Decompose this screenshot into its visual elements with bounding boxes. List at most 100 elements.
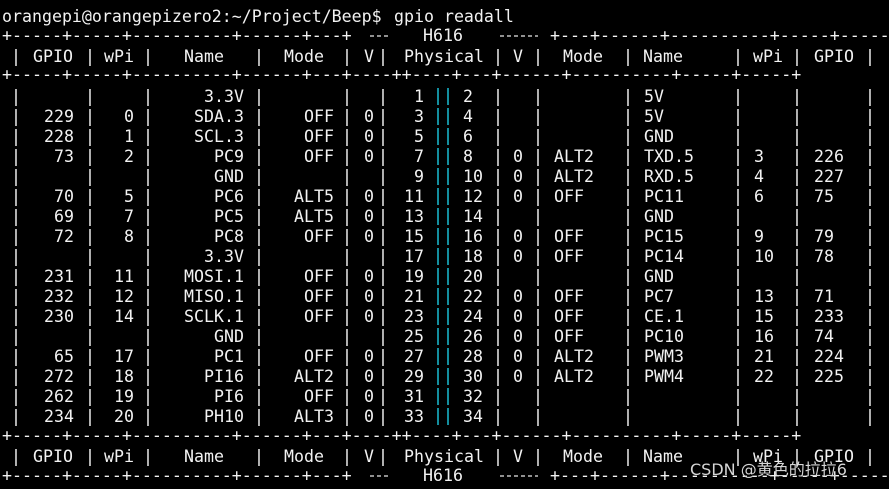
row-pipe: | [865,87,875,106]
header-top-pipe: | [85,47,95,66]
cell-9: RXD.5 [644,167,694,186]
cell-4: 0 [364,367,374,386]
cell-9: PWM4 [644,367,684,386]
cell-1: 17 [114,347,134,366]
row-pipe: | [623,407,633,426]
table-header-separator: +-----+-----+----------+------+---+----+… [2,65,801,84]
cell-10: 22 [754,367,774,386]
table-row: | | | | | | | | | | | | 72 8 PC8 OFF 0 15 16 0 OFF PC15 9 79 [11,227,875,246]
row-pipe: | [792,407,802,426]
cell-1: 1 [124,127,134,146]
cell-10: 10 [754,247,774,266]
row-pipe: | [733,327,743,346]
row-pipe: | [865,167,875,186]
header-top-col-5: Physical [404,47,484,66]
cell-2: SCLK.1 [184,307,244,326]
cell-9: 5V [644,87,664,106]
cell-6: 12 [463,187,483,206]
table-row: | | | | | | | | | | | | 231 11 MOSI.1 OFF 0 19 20 GND [11,267,875,286]
shell-prompt: orangepi@orangepizero2:~/Project/Beep$ [2,7,392,26]
row-pipe: | [865,307,875,326]
gpio-readall-output: orangepi@orangepizero2:~/Project/Beep$ g… [2,7,889,485]
cell-9: PC10 [644,327,684,346]
cell-5: 21 [404,287,424,306]
cell-5: 17 [404,247,424,266]
row-pipe: | [85,87,95,106]
header-top-col-2: Name [184,47,224,66]
header-bottom-pipe: | [143,447,153,466]
cell-10: 13 [754,287,774,306]
cell-6: 14 [463,207,483,226]
row-pipe: | [342,227,352,246]
board-name-top: H616 [423,26,463,45]
cell-9: PC15 [644,227,684,246]
row-pipe: | [85,147,95,166]
row-pipe: | [792,107,802,126]
row-pipe: | [733,387,743,406]
row-pipe: | [623,187,633,206]
row-pipe: | [11,127,21,146]
cell-11: 71 [814,287,834,306]
row-pipe: | [143,307,153,326]
row-pipe: | [623,347,633,366]
row-pipe: | [493,327,503,346]
cell-2: PC1 [214,347,244,366]
cell-6: 8 [463,147,473,166]
row-pipe: | [493,307,503,326]
cell-11: 224 [814,347,844,366]
table-row: | | | | | | | | | | | | 232 12 MISO.1 OFF 0 21 22 0 OFF PC7 13… [11,287,875,306]
table-row: | | | | | | | | | | | | GND 9 10 0 ALT2 RXD.5 4 227 [11,167,875,186]
row-pipe: | [143,407,153,426]
row-pipe: | [493,167,503,186]
row-pipe: | [533,367,543,386]
row-pipe: | [792,387,802,406]
row-pipe: | [378,287,388,306]
cell-11: 78 [814,247,834,266]
cell-3: OFF [304,347,334,366]
table-row: | | | | | | | | | | | | 69 7 PC5 ALT5 0 13 14 GND [11,207,875,226]
row-pipe: | [623,107,633,126]
cell-7: 0 [513,367,523,386]
row-pipe: | [85,187,95,206]
row-pipe: | [378,107,388,126]
cell-2: GND [214,167,244,186]
header-top-pipe: | [865,47,875,66]
row-pipe: | [254,227,264,246]
row-pipe: | [733,247,743,266]
row-pipe: | [493,347,503,366]
row-pipe: | [493,127,503,146]
row-pipe: | [733,267,743,286]
cell-10: 16 [754,327,774,346]
row-pipe: | [85,327,95,346]
row-pipe: | [143,87,153,106]
row-pipe: | [792,147,802,166]
header-bottom-col-4: V [364,447,374,466]
row-pipe: | [865,187,875,206]
row-pipe: | [623,207,633,226]
cell-4: 0 [364,107,374,126]
header-bottom-pipe: | [493,447,503,466]
cell-2: PH10 [204,407,244,426]
cell-6: 24 [463,307,483,326]
row-pipe: | [85,407,95,426]
row-pipe: | [143,367,153,386]
cell-2: MOSI.1 [184,267,244,286]
cell-5: 33 [404,407,424,426]
row-pipe: | [533,307,543,326]
row-pipe: | [85,247,95,266]
shell-command[interactable]: gpio readall [394,7,514,26]
cell-9: PC11 [644,187,684,206]
row-pipe: | [342,107,352,126]
header-bottom-col-5: Physical [404,447,484,466]
row-pipe: | [733,227,743,246]
terminal-window[interactable]: orangepi@orangepizero2:~/Project/Beep$ g… [0,0,889,489]
csdn-watermark: CSDN @黄色的拉拉6 [690,460,847,479]
cell-5: 9 [414,167,424,186]
row-pipe: | [623,307,633,326]
cell-2: 3.3V [204,247,244,266]
row-pipe: | [254,187,264,206]
cell-0: 262 [44,387,74,406]
cell-1: 20 [114,407,134,426]
row-pipe: | [342,287,352,306]
row-pipe: | [254,307,264,326]
